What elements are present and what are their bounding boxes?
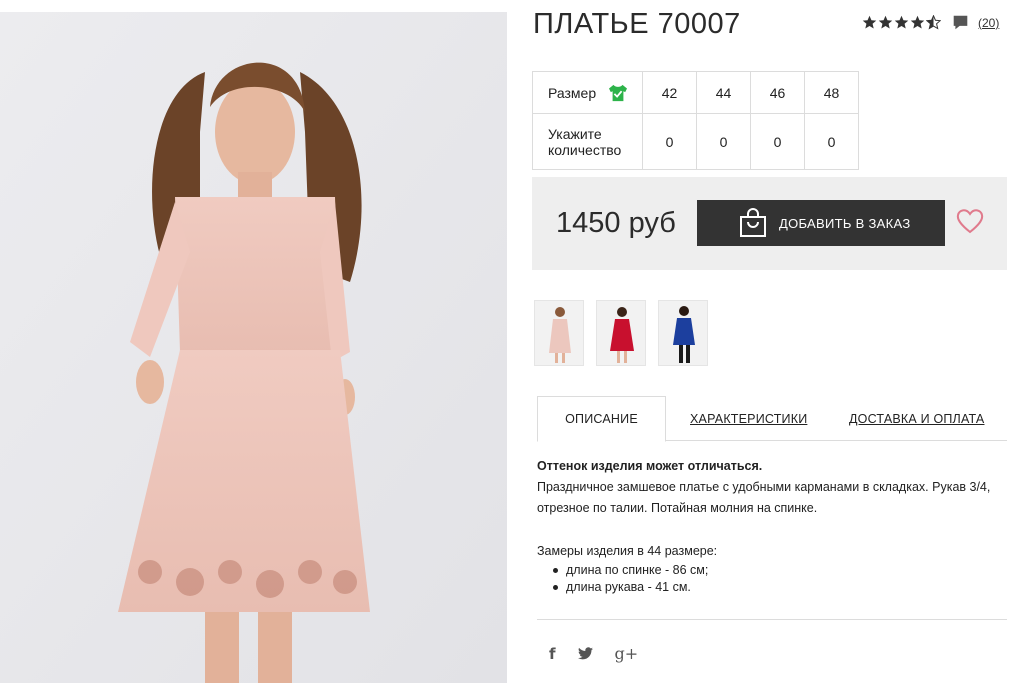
- product-description: Оттенок изделия может отличаться. Праздн…: [537, 456, 1005, 596]
- size-chart-shirt-icon[interactable]: [608, 84, 628, 102]
- product-tabs: ОПИСАНИЕ ХАРАКТЕРИСТИКИ ДОСТАВКА И ОПЛАТ…: [537, 396, 1007, 442]
- star-icon: [910, 15, 925, 29]
- quantity-input-42[interactable]: 0: [642, 113, 697, 170]
- facebook-icon[interactable]: f: [549, 645, 556, 663]
- shopping-bag-icon: [740, 208, 766, 237]
- quantity-input-48[interactable]: 0: [804, 113, 859, 170]
- description-text: Праздничное замшевое платье с удобными к…: [537, 480, 991, 515]
- product-main-photo: [0, 12, 507, 683]
- star-icon: [878, 15, 893, 29]
- product-price: 1450 руб: [556, 207, 676, 239]
- size-label: Размер: [548, 84, 597, 101]
- product-title: ПЛАТЬЕ 70007: [533, 8, 741, 40]
- thumbnail-pink[interactable]: [534, 300, 584, 366]
- size-option-48[interactable]: 48: [804, 71, 859, 114]
- thumbnail-blue[interactable]: [658, 300, 708, 366]
- product-rating[interactable]: (20): [862, 14, 999, 31]
- measure-list: длина по спинке - 86 см; длина рукава - …: [553, 562, 1005, 596]
- quantity-input-46[interactable]: 0: [750, 113, 805, 170]
- star-icon: [894, 15, 909, 29]
- star-icon: [862, 15, 877, 29]
- measure-item: длина рукава - 41 см.: [553, 579, 1005, 596]
- thumbnail-red[interactable]: [596, 300, 646, 366]
- review-count-link[interactable]: (20): [978, 16, 999, 30]
- product-thumbnails: [534, 300, 720, 366]
- wishlist-heart-icon[interactable]: [956, 208, 984, 234]
- size-option-46[interactable]: 46: [750, 71, 805, 114]
- social-share: f g+: [549, 644, 660, 663]
- star-half-icon: [926, 15, 941, 30]
- tab-delivery-payment[interactable]: ДОСТАВКА И ОПЛАТА: [849, 396, 984, 441]
- quantity-input-44[interactable]: 0: [696, 113, 751, 170]
- comment-icon: [953, 15, 968, 30]
- tab-description[interactable]: ОПИСАНИЕ: [537, 396, 666, 442]
- add-to-order-button[interactable]: ДОБАВИТЬ В ЗАКАЗ: [697, 200, 945, 246]
- google-plus-icon[interactable]: g+: [615, 644, 639, 663]
- twitter-icon[interactable]: [577, 647, 593, 660]
- tab-characteristics[interactable]: ХАРАКТЕРИСТИКИ: [690, 396, 807, 441]
- add-to-order-label: ДОБАВИТЬ В ЗАКАЗ: [779, 215, 911, 231]
- measure-title: Замеры изделия в 44 размере:: [537, 544, 718, 558]
- measure-item: длина по спинке - 86 см;: [553, 562, 1005, 579]
- size-option-42[interactable]: 42: [642, 71, 697, 114]
- color-note: Оттенок изделия может отличаться.: [537, 459, 763, 473]
- size-table: Размер 42 44 46 48 Укажите количество 0 …: [532, 71, 859, 170]
- quantity-label: Укажите количество: [548, 125, 622, 158]
- divider: [537, 619, 1007, 620]
- buy-box: 1450 руб ДОБАВИТЬ В ЗАКАЗ: [532, 177, 1007, 270]
- size-option-44[interactable]: 44: [696, 71, 751, 114]
